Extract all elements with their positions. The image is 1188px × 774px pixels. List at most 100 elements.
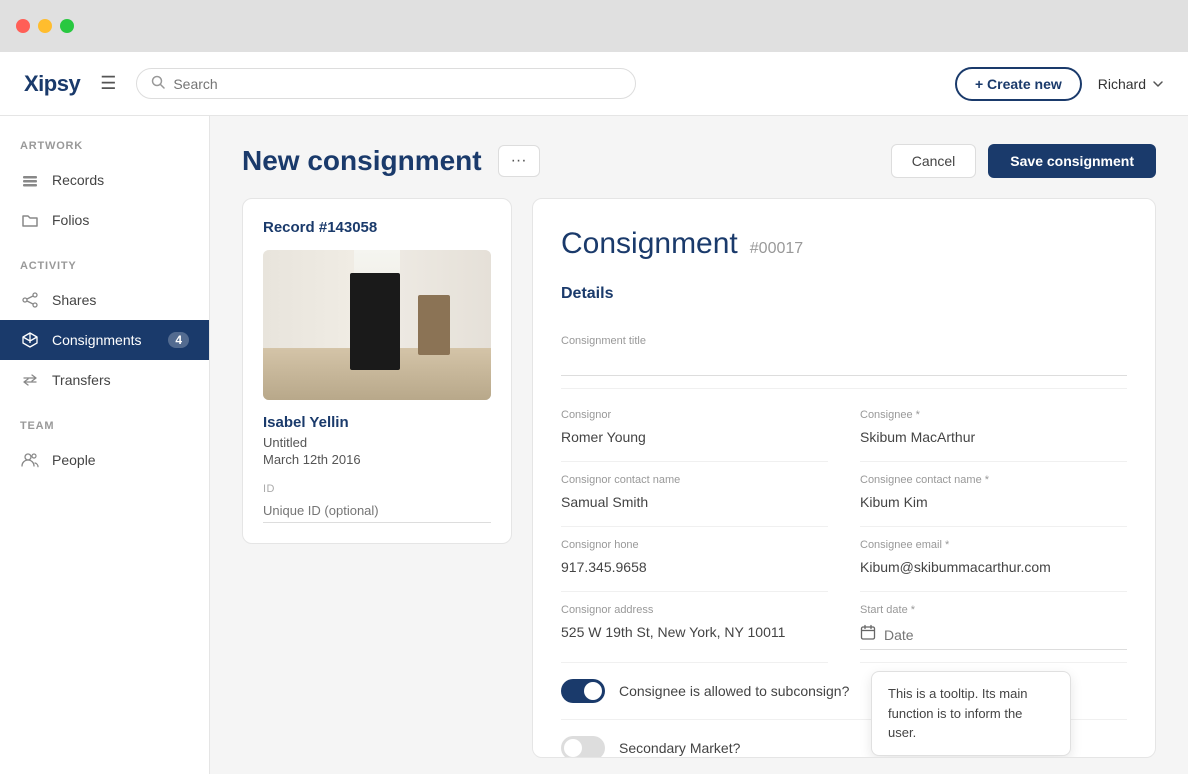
folder-icon — [20, 210, 40, 230]
topnav-right: + Create new Richard — [955, 67, 1164, 101]
consignor-phone-label: Consignor hone — [561, 539, 828, 551]
sidebar-item-folios[interactable]: Folios — [0, 200, 209, 240]
subconsign-toggle[interactable] — [561, 679, 605, 703]
sidebar-item-records[interactable]: Records — [0, 160, 209, 200]
consignee-contact-value: Kibum Kim — [860, 490, 1127, 514]
sidebar-item-shares[interactable]: Shares — [0, 280, 209, 320]
artwork-date: March 12th 2016 — [263, 452, 491, 467]
consignee-email-label: Consignee email * — [860, 539, 1127, 551]
maximize-button[interactable] — [60, 19, 74, 33]
shares-label: Shares — [52, 292, 96, 308]
consignee-contact-label: Consignee contact name * — [860, 474, 1127, 486]
consignment-title-input[interactable] — [561, 351, 1127, 376]
search-input[interactable] — [173, 76, 621, 92]
share-icon — [20, 290, 40, 310]
start-date-label: Start date * — [860, 604, 1127, 616]
user-menu[interactable]: Richard — [1098, 76, 1164, 92]
close-button[interactable] — [16, 19, 30, 33]
subconsign-label: Consignee is allowed to subconsign? — [619, 683, 849, 699]
page-header: New consignment ··· Cancel Save consignm… — [242, 144, 1156, 178]
consignments-badge: 4 — [168, 332, 189, 348]
layers-icon — [20, 170, 40, 190]
logo: Xipsy — [24, 71, 80, 97]
title-bar — [0, 0, 1188, 52]
consignment-icon — [20, 330, 40, 350]
sidebar: ARTWORK Records Folios ACTIVITY Share — [0, 116, 210, 774]
people-label: People — [52, 452, 96, 468]
consignment-form: Consignment #00017 Details Consignment t… — [532, 198, 1156, 758]
record-card: Record #143058 Isabel Yellin Untitled Ma… — [242, 198, 512, 544]
artwork-title: Untitled — [263, 435, 491, 450]
app: Xipsy ☰ + Create new Richard ARTWORK — [0, 52, 1188, 774]
consignee-field: Consignee * Skibum MacArthur — [860, 397, 1127, 462]
start-date-field[interactable]: Start date * — [860, 592, 1127, 663]
consignor-consignee-row: Consignor Romer Young Consignee * Skibum… — [561, 397, 1127, 462]
transfer-icon — [20, 370, 40, 390]
menu-icon[interactable]: ☰ — [100, 73, 116, 94]
consignee-label: Consignee * — [860, 409, 1127, 421]
consignee-email-value: Kibum@skibummacarthur.com — [860, 555, 1127, 579]
artist-name: Isabel Yellin — [263, 414, 491, 431]
folios-label: Folios — [52, 212, 89, 228]
consignment-title-text: Consignment — [561, 227, 738, 261]
consignee-value: Skibum MacArthur — [860, 425, 1127, 449]
secondary-market-toggle[interactable] — [561, 736, 605, 758]
save-consignment-button[interactable]: Save consignment — [988, 144, 1156, 178]
id-field[interactable]: ID — [263, 483, 491, 523]
secondary-market-label: Secondary Market? — [619, 740, 740, 756]
topnav: Xipsy ☰ + Create new Richard — [0, 52, 1188, 116]
sidebar-item-people[interactable]: People — [0, 440, 209, 480]
tooltip-text: This is a tooltip. Its main function is … — [888, 686, 1027, 740]
window-controls — [16, 19, 74, 33]
consignment-title-field: Consignment title — [561, 323, 1127, 389]
header-actions: Cancel Save consignment — [891, 144, 1156, 178]
id-input[interactable] — [263, 499, 491, 523]
consignor-contact-label: Consignor contact name — [561, 474, 828, 486]
record-number: Record #143058 — [263, 219, 491, 236]
contact-names-row: Consignor contact name Samual Smith Cons… — [561, 462, 1127, 527]
tooltip: This is a tooltip. Its main function is … — [871, 671, 1071, 756]
consignment-header: Consignment #00017 — [561, 227, 1127, 261]
chevron-down-icon — [1152, 78, 1164, 90]
more-options-button[interactable]: ··· — [498, 145, 540, 177]
search-icon — [151, 75, 165, 92]
transfers-label: Transfers — [52, 372, 111, 388]
main-layout: ARTWORK Records Folios ACTIVITY Share — [0, 116, 1188, 774]
create-new-button[interactable]: + Create new — [955, 67, 1082, 101]
sidebar-item-consignments[interactable]: Consignments 4 — [0, 320, 209, 360]
page-title: New consignment — [242, 145, 482, 177]
consignor-phone-field: Consignor hone 917.345.9658 — [561, 527, 828, 592]
details-section-label: Details — [561, 285, 1127, 303]
sidebar-item-transfers[interactable]: Transfers — [0, 360, 209, 400]
people-icon — [20, 450, 40, 470]
subconsign-toggle-row: Consignee is allowed to subconsign? This… — [561, 663, 1127, 720]
content-area: New consignment ··· Cancel Save consignm… — [210, 116, 1188, 774]
cancel-button[interactable]: Cancel — [891, 144, 977, 178]
consignor-phone-value: 917.345.9658 — [561, 555, 828, 579]
consignee-email-field: Consignee email * Kibum@skibummacarthur.… — [860, 527, 1127, 592]
calendar-icon — [860, 624, 876, 645]
search-box[interactable] — [136, 68, 636, 99]
consignor-address-label: Consignor address — [561, 604, 828, 616]
consignor-contact-value: Samual Smith — [561, 490, 828, 514]
id-field-label: ID — [263, 483, 491, 495]
consignee-contact-field: Consignee contact name * Kibum Kim — [860, 462, 1127, 527]
artwork-section-label: ARTWORK — [0, 140, 209, 160]
start-date-input[interactable] — [884, 627, 1127, 643]
activity-section-label: ACTIVITY — [0, 260, 209, 280]
consignor-value: Romer Young — [561, 425, 828, 449]
consignor-address-value: 525 W 19th St, New York, NY 10011 — [561, 620, 828, 644]
records-label: Records — [52, 172, 104, 188]
user-name: Richard — [1098, 76, 1146, 92]
address-date-row: Consignor address 525 W 19th St, New Yor… — [561, 592, 1127, 663]
consignments-label: Consignments — [52, 332, 142, 348]
consignor-contact-field: Consignor contact name Samual Smith — [561, 462, 828, 527]
consignment-title-label: Consignment title — [561, 335, 1127, 347]
consignment-id: #00017 — [750, 240, 803, 258]
team-section-label: TEAM — [0, 420, 209, 440]
phone-email-row: Consignor hone 917.345.9658 Consignee em… — [561, 527, 1127, 592]
date-field-wrap[interactable] — [860, 620, 1127, 650]
artwork-image — [263, 250, 491, 400]
minimize-button[interactable] — [38, 19, 52, 33]
consignor-address-field: Consignor address 525 W 19th St, New Yor… — [561, 592, 828, 663]
